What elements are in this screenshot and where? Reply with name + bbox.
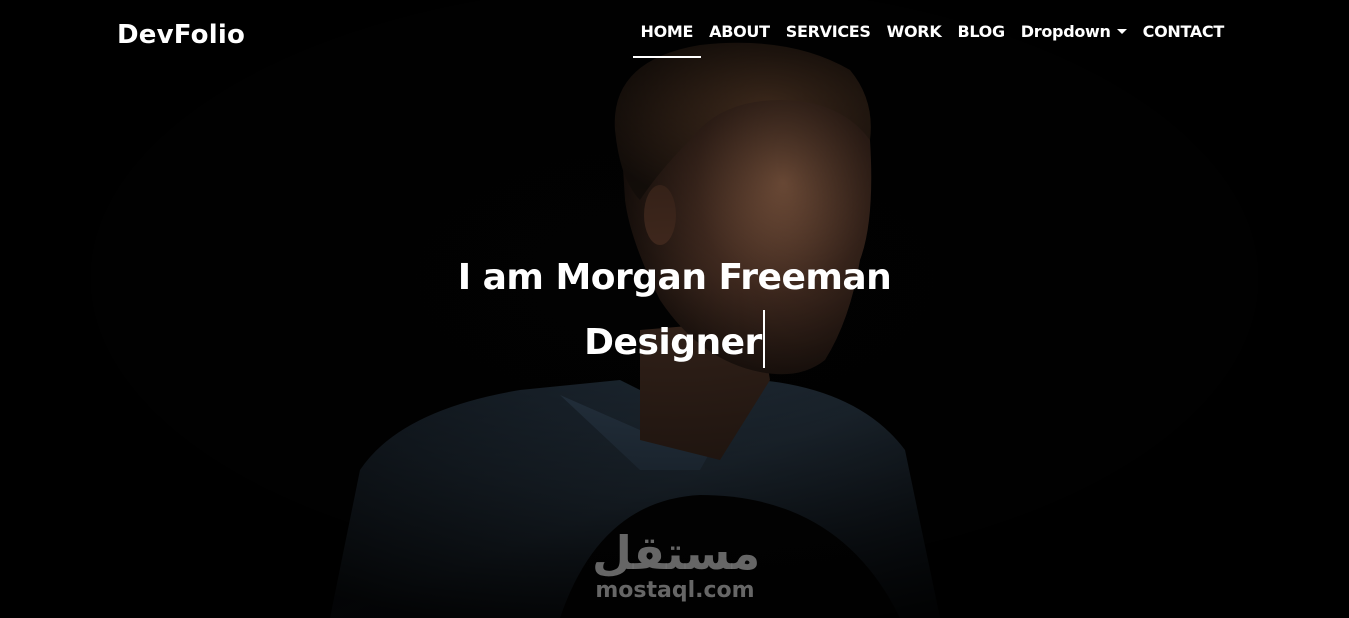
- intro-content: I am Morgan Freeman Designer: [0, 250, 1349, 371]
- nav-item-dropdown: Dropdown: [1021, 22, 1127, 41]
- nav-link-dropdown[interactable]: Dropdown: [1021, 22, 1127, 53]
- watermark: مستقل mostaql.com: [592, 526, 761, 604]
- nav-link-work[interactable]: WORK: [887, 22, 942, 53]
- nav-item-home: HOME: [641, 22, 694, 41]
- nav-link-about[interactable]: ABOUT: [709, 22, 770, 53]
- nav-item-about: ABOUT: [709, 22, 770, 41]
- nav-item-contact: CONTACT: [1143, 22, 1225, 41]
- nav-link-home[interactable]: HOME: [641, 22, 694, 53]
- watermark-latin-text: mostaql.com: [595, 578, 755, 603]
- caret-down-icon: [1116, 29, 1127, 34]
- watermark-arabic-text: مستقل: [592, 526, 761, 580]
- intro-subtitle: Designer: [0, 310, 1349, 371]
- typed-cursor-icon: [762, 310, 765, 368]
- nav-link-services[interactable]: SERVICES: [786, 22, 871, 53]
- nav-item-services: SERVICES: [786, 22, 871, 41]
- nav-item-blog: BLOG: [957, 22, 1005, 41]
- typed-text: Designer: [584, 322, 762, 363]
- intro-title: I am Morgan Freeman: [457, 257, 892, 298]
- nav-link-blog[interactable]: BLOG: [957, 22, 1005, 53]
- nav-menu: HOME ABOUT SERVICES WORK BLOG Dropdown C…: [641, 22, 1225, 41]
- hero-section: DevFolio HOME ABOUT SERVICES WORK BLOG D…: [0, 0, 1349, 618]
- nav-dropdown-label: Dropdown: [1020, 22, 1111, 41]
- top-navbar: DevFolio HOME ABOUT SERVICES WORK BLOG D…: [0, 0, 1349, 72]
- brand-logo[interactable]: DevFolio: [117, 20, 245, 50]
- nav-item-work: WORK: [887, 22, 942, 41]
- nav-link-contact[interactable]: CONTACT: [1143, 22, 1225, 53]
